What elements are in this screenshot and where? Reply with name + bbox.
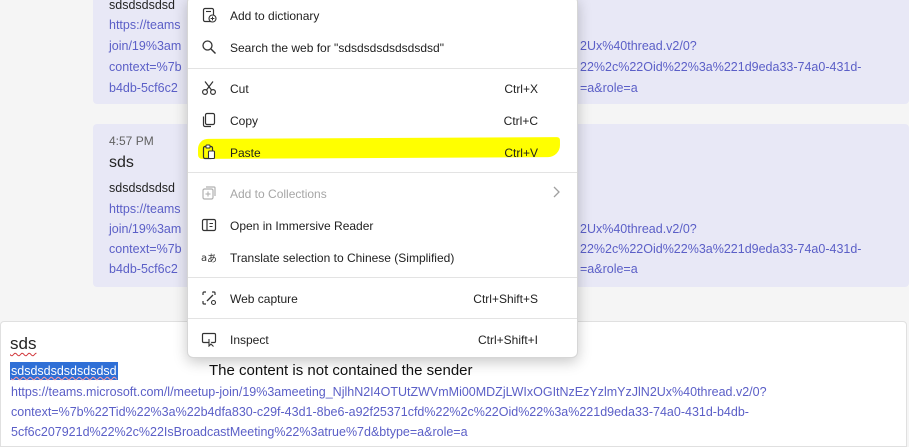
menu-item-shortcut: Ctrl+V (504, 146, 538, 160)
menu-item-add-to-dictionary[interactable]: Add to dictionary (188, 0, 577, 30)
menu-item-copy[interactable]: Copy Ctrl+C (188, 105, 577, 135)
menu-item-label: Add to dictionary (230, 9, 320, 23)
menu-item-cut[interactable]: Cut Ctrl+X (188, 73, 577, 103)
meeting-link[interactable]: =a&role=a (580, 262, 638, 276)
menu-item-immersive-reader[interactable]: Open in Immersive Reader (188, 210, 577, 240)
book-add-icon (202, 7, 217, 23)
menu-item-label: Cut (230, 82, 249, 96)
menu-separator (188, 277, 577, 278)
menu-item-web-capture[interactable]: Web capture Ctrl+Shift+S (188, 283, 577, 313)
menu-item-label: Translate selection to Chinese (Simplifi… (230, 251, 455, 265)
menu-item-label: Paste (230, 146, 261, 160)
clipboard-icon (202, 144, 216, 160)
message-timestamp: 4:57 PM (109, 134, 154, 148)
selected-text[interactable]: sdsdsdsdsdsdsdsd (10, 362, 118, 380)
search-icon (202, 40, 216, 54)
compose-subject[interactable]: sds (10, 334, 36, 354)
meeting-link[interactable]: =a&role=a (580, 81, 638, 95)
menu-item-label: Open in Immersive Reader (230, 219, 374, 233)
svg-text:あ: あ (207, 253, 217, 265)
message-subject: sds (109, 154, 134, 171)
collections-icon (202, 186, 216, 200)
scissors-icon (201, 81, 217, 96)
menu-item-shortcut: Ctrl+Shift+S (473, 292, 538, 306)
meeting-link[interactable]: 2Ux%40thread.v2/0? (580, 39, 697, 53)
message-body-text: sdsdsdsdsd (109, 0, 176, 12)
menu-item-add-to-collections[interactable]: Add to Collections (188, 178, 577, 208)
menu-item-shortcut: Ctrl+C (503, 114, 538, 128)
message-body-text: sdsdsdsdsd (109, 181, 176, 195)
translate-icon: a あ (201, 253, 217, 265)
meeting-link[interactable]: b4db-5cf6c2 (109, 81, 178, 95)
annotation-note: The content is not contained the sender (209, 362, 473, 379)
meeting-link[interactable]: 22%2c%22Oid%22%3a%221d9eda33-74a0-431d- (580, 242, 861, 256)
menu-item-search-web[interactable]: Search the web for "sdsdsdsdsdsdsdsd" (188, 32, 577, 62)
meeting-link[interactable]: 22%2c%22Oid%22%3a%221d9eda33-74a0-431d- (580, 60, 861, 74)
menu-item-inspect[interactable]: Inspect Ctrl+Shift+I (188, 324, 577, 354)
meeting-link[interactable]: context=%7b (109, 242, 182, 256)
menu-item-label: Inspect (230, 333, 269, 347)
menu-item-paste[interactable]: Paste Ctrl+V (188, 137, 577, 167)
menu-item-label: Web capture (230, 292, 298, 306)
menu-item-shortcut: Ctrl+X (504, 82, 538, 96)
meeting-link[interactable]: context=%7b (109, 60, 182, 74)
menu-item-label: Copy (230, 114, 259, 128)
menu-item-label: Add to Collections (230, 187, 327, 201)
menu-item-translate[interactable]: a あ Translate selection to Chinese (Simp… (188, 242, 577, 272)
menu-item-shortcut: Ctrl+Shift+I (477, 333, 538, 347)
immersive-reader-icon (201, 218, 217, 232)
meeting-link[interactable]: join/19%3am (109, 39, 181, 53)
menu-separator (188, 172, 577, 173)
inspect-icon (201, 332, 217, 347)
meeting-link[interactable]: https://teams (109, 18, 181, 32)
meeting-link[interactable]: 2Ux%40thread.v2/0? (580, 222, 697, 236)
meeting-link[interactable]: https://teams (109, 202, 181, 216)
web-capture-icon (202, 291, 217, 306)
meeting-link[interactable]: b4db-5cf6c2 (109, 262, 178, 276)
copy-icon (202, 112, 216, 128)
menu-separator (188, 318, 577, 319)
menu-item-label: Search the web for "sdsdsdsdsdsdsdsd" (230, 41, 444, 55)
compose-meeting-link[interactable]: 5cf6c207921d%22%2c%22IsBroadcastMeeting%… (11, 425, 468, 439)
menu-separator (188, 68, 577, 69)
compose-meeting-link[interactable]: https://teams.microsoft.com/l/meetup-joi… (11, 385, 767, 399)
context-menu: Add to dictionary Search the web for "sd… (187, 0, 578, 358)
meeting-link[interactable]: join/19%3am (109, 222, 181, 236)
compose-meeting-link[interactable]: context=%7b%22Tid%22%3a%22b4dfa830-c29f-… (11, 405, 749, 419)
chevron-right-icon (553, 186, 560, 198)
